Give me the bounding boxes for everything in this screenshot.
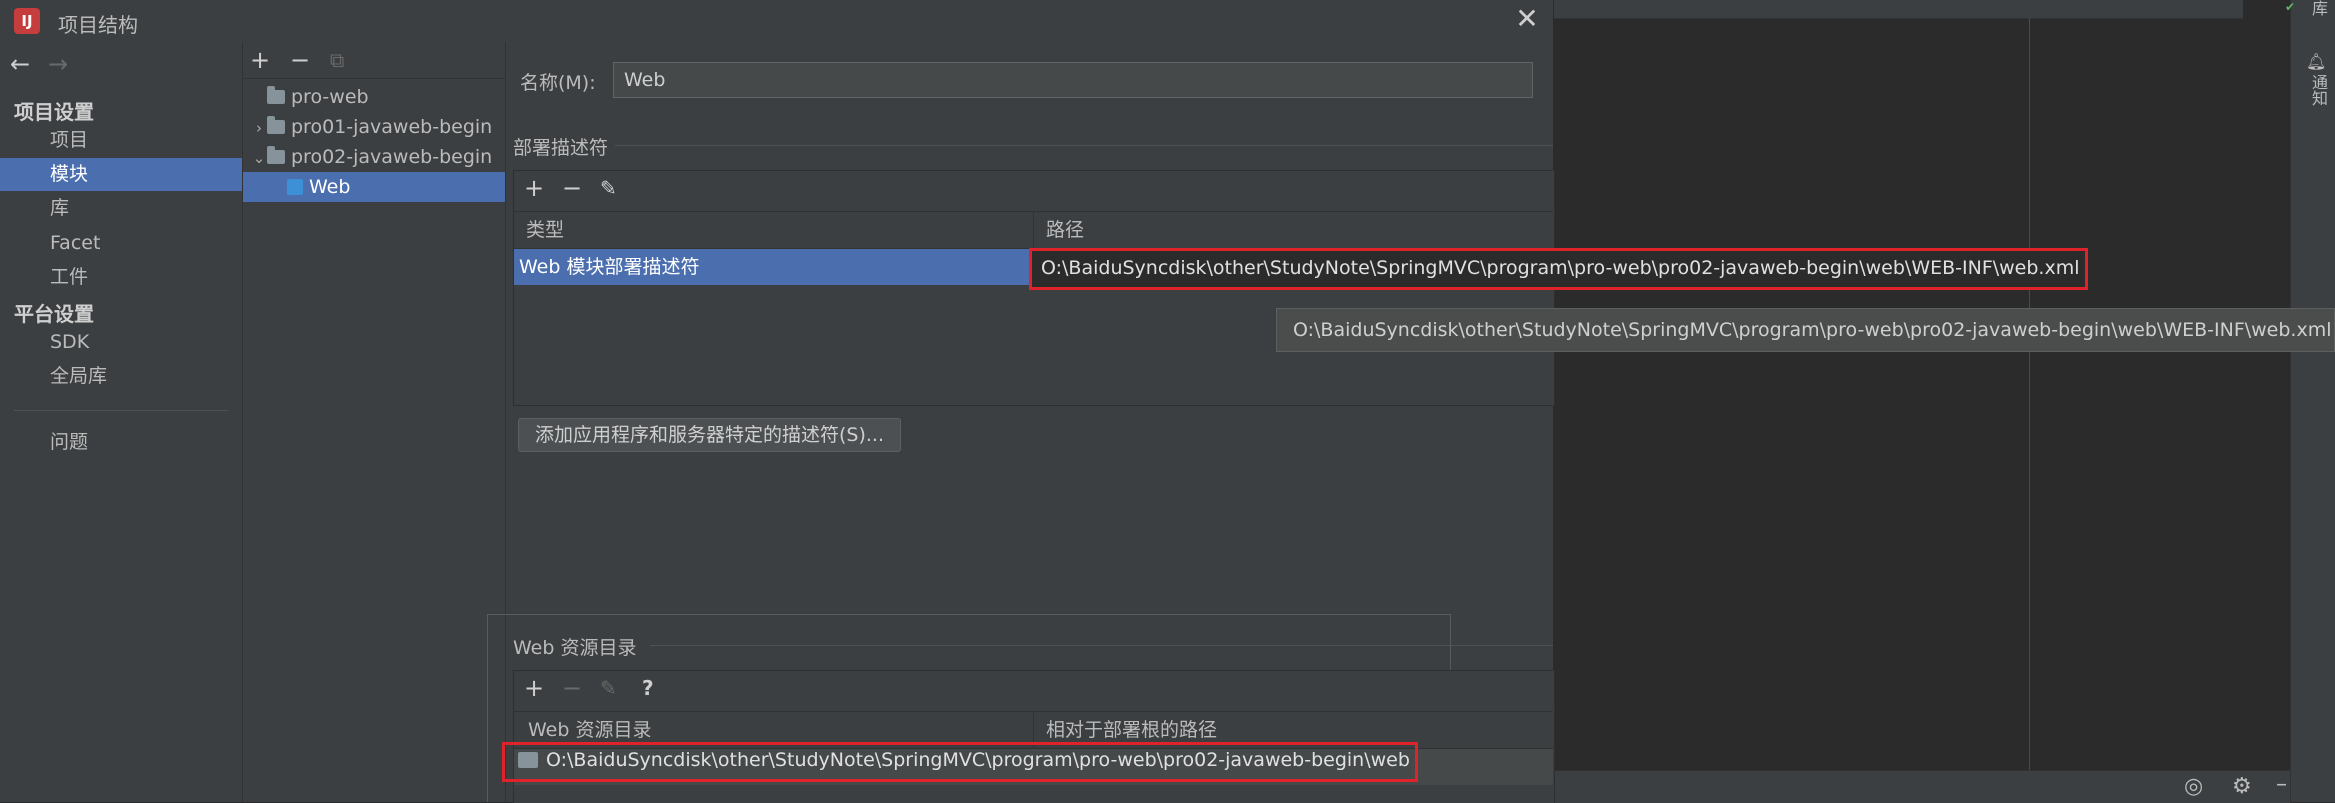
group-separator (650, 645, 1553, 646)
edit-icon[interactable]: ✎ (600, 676, 617, 700)
path-tooltip: O:\BaiduSyncdisk\other\StudyNote\SpringM… (1276, 308, 2335, 352)
folder-icon (267, 146, 285, 164)
cell-descriptor-type: Web 模块部署描述符 (519, 256, 700, 278)
remove-icon[interactable]: − (562, 674, 582, 702)
deployment-descriptors-title: 部署描述符 (513, 137, 609, 159)
tree-item-label: pro01-javaweb-begin (291, 116, 493, 138)
remove-icon[interactable]: − (290, 46, 310, 74)
add-server-descriptor-button[interactable]: 添加应用程序和服务器特定的描述符(S)... (518, 418, 901, 452)
deployment-toolbar (514, 171, 1553, 212)
tree-item-label: pro02-javaweb-begin (291, 146, 493, 168)
nav-header-project-settings: 项目设置 (14, 100, 94, 124)
arrow-left-icon[interactable]: ← (10, 50, 30, 78)
add-icon[interactable]: + (524, 674, 544, 702)
web-resources-toolbar (514, 671, 1553, 712)
check-icon: ✔ (2285, 0, 2296, 14)
close-icon[interactable]: ✕ (1512, 4, 1542, 34)
copy-icon[interactable]: ⧉ (330, 48, 344, 72)
nav-item-global-libraries[interactable]: 全局库 (0, 360, 242, 393)
folder-icon (267, 86, 285, 104)
nav-item-facets[interactable]: Facet (0, 227, 242, 260)
name-field[interactable] (613, 62, 1533, 98)
gear-icon[interactable]: ⚙ (2232, 774, 2252, 799)
tree-item-web[interactable]: Web (243, 172, 505, 202)
column-header-path[interactable]: 路径 (1046, 212, 1084, 248)
tree-item-label: pro-web (291, 86, 369, 108)
ide-top-bar (1553, 0, 2243, 19)
tree-item-pro02[interactable]: ⌄ pro02-javaweb-begin (243, 142, 505, 172)
cell-web-dir[interactable]: O:\BaiduSyncdisk\other\StudyNote\SpringM… (518, 742, 1410, 778)
chevron-right-icon[interactable]: › (251, 113, 267, 143)
right-tab-database[interactable]: 库 (2300, 0, 2330, 16)
tree-item-label: Web (309, 176, 351, 198)
chevron-down-icon[interactable]: ⌄ (251, 143, 267, 173)
minimize-icon[interactable]: – (2276, 772, 2287, 797)
help-icon[interactable]: ? (642, 676, 654, 700)
right-tab-notifications[interactable]: 通知 (2300, 74, 2330, 106)
target-icon[interactable]: ◎ (2184, 774, 2203, 799)
ide-right-tool-strip (2290, 0, 2335, 802)
column-header-type[interactable]: 类型 (526, 212, 564, 248)
dialog-title: 项目结构 (58, 13, 138, 37)
cell-descriptor-path[interactable]: O:\BaiduSyncdisk\other\StudyNote\SpringM… (1041, 250, 2080, 286)
web-resources-title: Web 资源目录 (513, 637, 637, 659)
tree-item-pro-web[interactable]: pro-web (243, 82, 505, 112)
add-icon[interactable]: + (524, 174, 544, 202)
arrow-right-icon[interactable]: → (48, 50, 68, 78)
remove-icon[interactable]: − (562, 174, 582, 202)
ide-status-bar (1553, 770, 2290, 803)
cell-web-dir-path: O:\BaiduSyncdisk\other\StudyNote\SpringM… (546, 749, 1410, 771)
nav-item-project[interactable]: 项目 (0, 124, 242, 157)
folder-icon (518, 752, 538, 768)
edit-icon[interactable]: ✎ (600, 176, 617, 200)
nav-divider (14, 410, 228, 411)
ide-editor-background (1553, 0, 2335, 802)
column-separator (1033, 212, 1034, 248)
name-label: 名称(M): (520, 72, 596, 94)
intellij-logo-icon: IJ (14, 8, 40, 34)
web-facet-icon (287, 179, 303, 195)
tree-item-pro01[interactable]: › pro01-javaweb-begin (243, 112, 505, 142)
nav-item-modules[interactable]: 模块 (0, 158, 242, 191)
module-tree-toolbar (243, 42, 505, 79)
nav-item-problems[interactable]: 问题 (0, 426, 242, 459)
editor-right-margin-line (2029, 18, 2030, 770)
bell-icon[interactable]: 🔔︎ (2306, 52, 2326, 71)
nav-item-artifacts[interactable]: 工件 (0, 261, 242, 294)
nav-item-libraries[interactable]: 库 (0, 192, 242, 225)
group-separator (615, 145, 1553, 146)
dialog-title-bar (0, 0, 1553, 43)
add-icon[interactable]: + (250, 46, 270, 74)
nav-header-platform-settings: 平台设置 (14, 302, 94, 326)
nav-item-sdk[interactable]: SDK (0, 326, 242, 359)
folder-icon (267, 116, 285, 134)
